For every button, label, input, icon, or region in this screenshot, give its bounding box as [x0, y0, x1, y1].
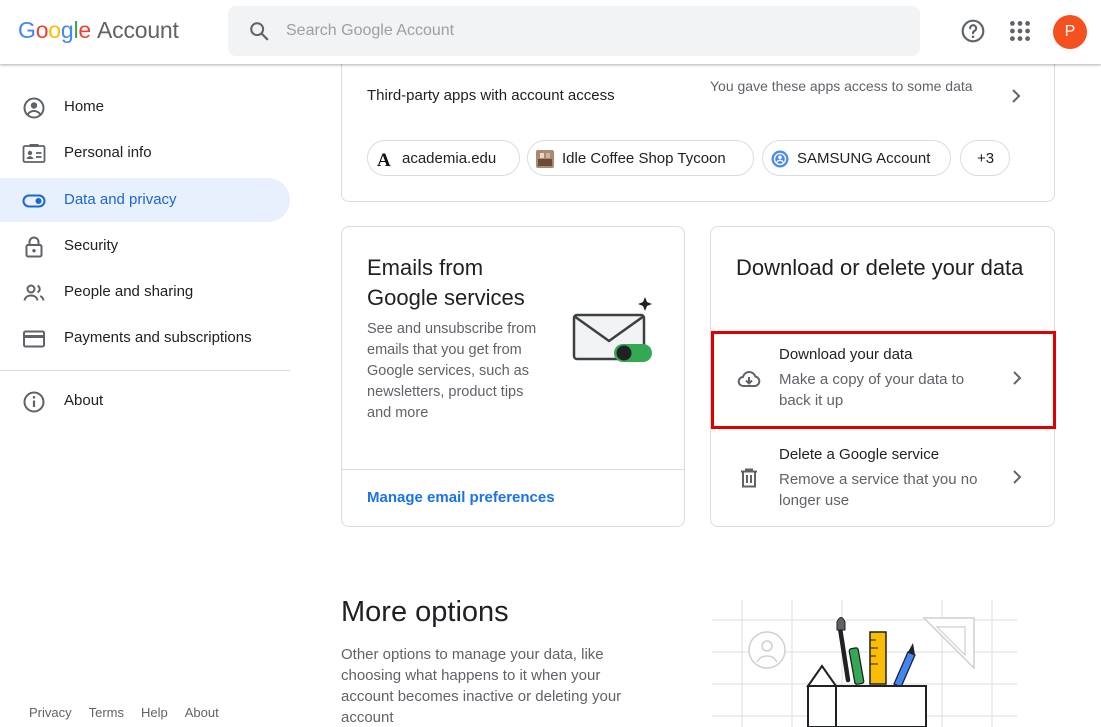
- footer-link-help[interactable]: Help: [141, 705, 168, 720]
- google-account-logo[interactable]: Google Account: [18, 17, 179, 44]
- email-toggle-illustration-icon: [572, 297, 652, 362]
- logo-account-text: Account: [97, 17, 179, 43]
- logo-letter: o: [35, 17, 49, 43]
- app-chip-samsung-account[interactable]: SAMSUNG Account: [762, 140, 951, 176]
- third-party-label: Third-party apps with account access: [367, 87, 615, 104]
- top-bar: GoogleAccount P: [0, 0, 1101, 64]
- sidebar-item-label: Payments and subscriptions: [64, 329, 252, 346]
- svg-text:A: A: [377, 150, 391, 168]
- help-icon[interactable]: [960, 18, 986, 44]
- sidebar-item-label: People and sharing: [64, 283, 194, 300]
- delete-row-title: Delete a Google service: [779, 446, 940, 463]
- download-highlight-box: [711, 331, 1056, 429]
- chevron-right-icon[interactable]: [1008, 88, 1024, 104]
- emails-card-description: See and unsubscribe from emails that you…: [367, 321, 537, 421]
- download-card-title: Download or delete your data: [736, 255, 1024, 280]
- app-chip-academia[interactable]: A academia.edu: [367, 140, 520, 176]
- delete-google-service-row[interactable]: Delete a Google service Remove a service…: [711, 432, 1054, 527]
- people-icon: [23, 284, 45, 301]
- sidebar-item-label: Data and privacy: [64, 191, 177, 208]
- logo-letter: e: [78, 17, 91, 43]
- coffee-shop-app-icon: [536, 150, 554, 168]
- logo-letter: o: [48, 17, 61, 43]
- sidebar-item-security[interactable]: Security: [0, 224, 290, 268]
- third-party-description: You gave these apps access to some data: [710, 78, 973, 94]
- sidebar-item-home[interactable]: Home: [0, 85, 290, 129]
- search-icon[interactable]: [248, 20, 270, 42]
- chip-label: academia.edu: [402, 150, 497, 167]
- logo-letter: G: [18, 17, 36, 43]
- card-divider: [342, 469, 684, 470]
- lock-icon: [25, 236, 43, 258]
- footer-link-privacy[interactable]: Privacy: [29, 705, 72, 720]
- id-card-icon: [22, 144, 46, 163]
- academia-logo-icon: A: [377, 150, 391, 168]
- samsung-account-icon: [771, 150, 789, 168]
- footer-link-about[interactable]: About: [185, 705, 219, 720]
- more-apps-chip[interactable]: +3: [960, 140, 1010, 176]
- manage-email-preferences-link[interactable]: Manage email preferences: [367, 489, 555, 506]
- sidebar-item-label: Security: [64, 237, 119, 254]
- logo-letter: g: [60, 17, 74, 43]
- delete-row-description: Remove a service that you no longer use: [779, 471, 978, 509]
- more-options-title: More options: [341, 596, 509, 628]
- info-icon: [23, 391, 45, 413]
- avatar[interactable]: P: [1053, 15, 1087, 49]
- sidebar-item-label: About: [64, 392, 104, 409]
- more-options-description: Other options to manage your data, like …: [341, 646, 622, 726]
- chip-label: +3: [977, 150, 995, 167]
- third-party-apps-card[interactable]: Third-party apps with account access You…: [341, 40, 1055, 202]
- sidebar-item-people-and-sharing[interactable]: People and sharing: [0, 270, 290, 314]
- sidebar-item-label: Home: [64, 98, 105, 115]
- app-chip-idle-coffee-shop[interactable]: Idle Coffee Shop Tycoon: [527, 140, 754, 176]
- toolbox-illustration-icon: [712, 600, 1017, 727]
- chevron-right-icon: [1013, 470, 1022, 484]
- trash-icon: [741, 468, 757, 488]
- sidebar-item-label: Personal info: [64, 144, 152, 161]
- search-input[interactable]: [286, 6, 886, 56]
- home-icon: [23, 97, 45, 119]
- chip-label: Idle Coffee Shop Tycoon: [562, 150, 726, 167]
- footer-link-terms[interactable]: Terms: [89, 705, 124, 720]
- toggle-icon: [22, 194, 46, 208]
- sidebar-item-payments-and-subscriptions[interactable]: Payments and subscriptions: [0, 316, 290, 360]
- sidebar-item-personal-info[interactable]: Personal info: [0, 131, 290, 175]
- emails-from-google-card: Emails from Google services See and unsu…: [341, 226, 685, 527]
- search-bar[interactable]: [228, 6, 920, 56]
- sidebar-item-about[interactable]: About: [0, 379, 290, 423]
- sidebar-divider: [0, 370, 290, 371]
- credit-card-icon: [23, 330, 45, 348]
- sidebar-item-data-and-privacy[interactable]: Data and privacy: [0, 178, 290, 222]
- apps-grid-icon[interactable]: [1007, 18, 1033, 44]
- footer-links: Privacy Terms Help About: [29, 705, 236, 720]
- chip-label: SAMSUNG Account: [797, 150, 931, 167]
- emails-card-title: Emails from Google services: [367, 255, 525, 310]
